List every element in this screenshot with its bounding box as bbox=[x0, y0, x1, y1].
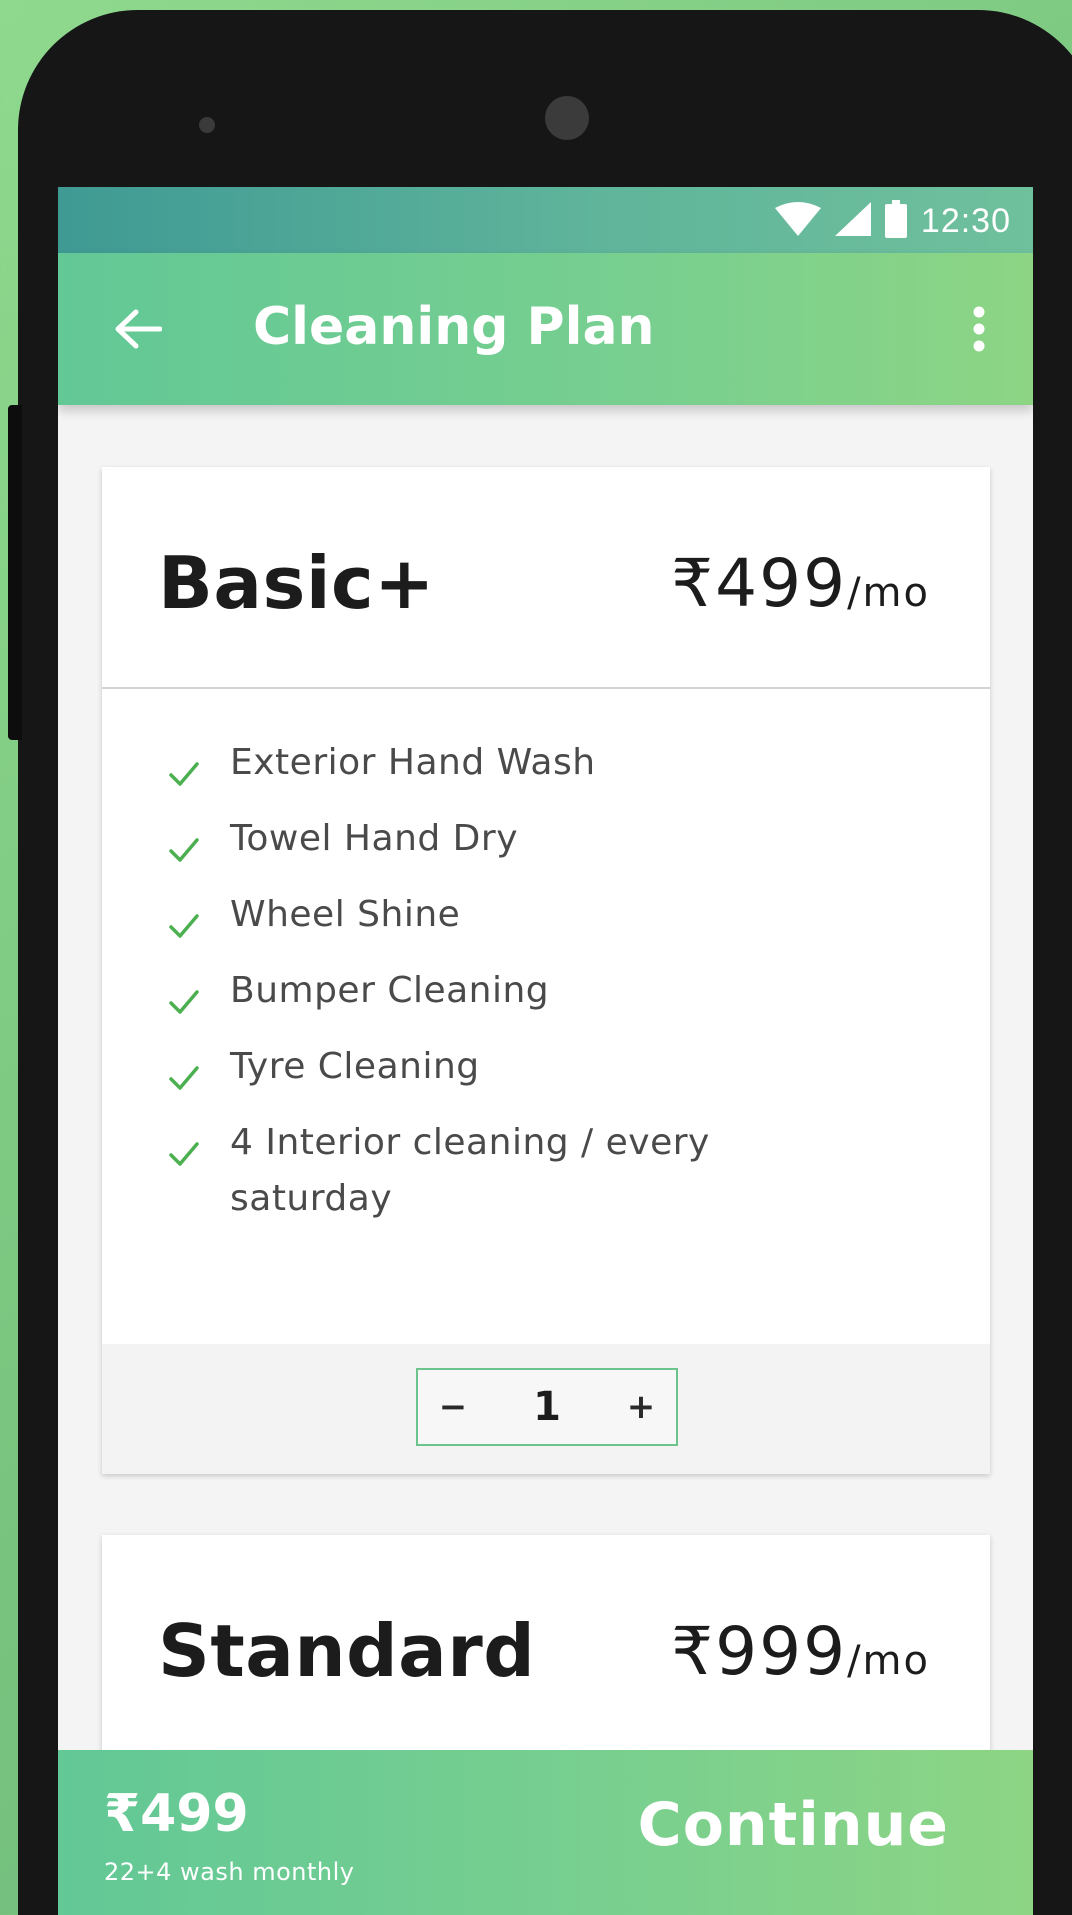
wifi-icon bbox=[774, 202, 821, 240]
app-bar: Cleaning Plan bbox=[58, 253, 1033, 405]
list-item: Towel Hand Dry bbox=[102, 811, 990, 867]
checkmark-icon bbox=[168, 977, 200, 1014]
total-subtitle: 22+4 wash monthly bbox=[104, 1858, 355, 1886]
signal-icon bbox=[834, 202, 871, 240]
arrow-left-icon bbox=[114, 308, 163, 354]
quantity-value: 1 bbox=[533, 1384, 561, 1430]
checkout-bar: ₹499 22+4 wash monthly Continue bbox=[58, 1750, 1033, 1915]
plan-price-period: /mo bbox=[847, 1638, 930, 1684]
phone-side-button bbox=[8, 405, 22, 740]
feature-label: Exterior Hand Wash bbox=[230, 742, 596, 783]
plan-price-period: /mo bbox=[847, 570, 930, 616]
checkmark-icon bbox=[168, 901, 200, 938]
checkmark-icon bbox=[168, 1129, 200, 1166]
plan-card-header: Standard ₹999/mo bbox=[102, 1535, 990, 1757]
more-vertical-icon bbox=[972, 306, 986, 356]
feature-label: 4 Interior cleaning / every saturday bbox=[230, 1122, 710, 1219]
checkmark-icon bbox=[168, 825, 200, 862]
list-item: Exterior Hand Wash bbox=[102, 735, 990, 791]
phone-speaker bbox=[199, 117, 215, 133]
continue-button[interactable]: Continue bbox=[638, 1790, 949, 1860]
plan-price-amount: ₹999 bbox=[671, 1613, 848, 1690]
plan-price: ₹999/mo bbox=[671, 1613, 930, 1690]
plan-card-basic-plus[interactable]: Basic+ ₹499/mo Exterior Hand Wash Towel … bbox=[102, 467, 990, 1474]
more-options-button[interactable] bbox=[959, 303, 999, 359]
list-item: Bumper Cleaning bbox=[102, 963, 990, 1019]
plan-card-header: Basic+ ₹499/mo bbox=[102, 467, 990, 689]
feature-list: Exterior Hand Wash Towel Hand Dry Wheel … bbox=[102, 689, 990, 1227]
plan-name: Basic+ bbox=[158, 541, 436, 625]
status-icons: 12:30 bbox=[774, 200, 1011, 242]
feature-label: Tyre Cleaning bbox=[230, 1046, 480, 1087]
increment-button[interactable]: + bbox=[606, 1370, 676, 1444]
battery-icon bbox=[884, 200, 907, 242]
list-item: 4 Interior cleaning / every saturday bbox=[102, 1115, 990, 1227]
feature-label: Towel Hand Dry bbox=[230, 818, 519, 859]
plan-price: ₹499/mo bbox=[671, 545, 930, 622]
checkmark-icon bbox=[168, 1053, 200, 1090]
plan-name: Standard bbox=[158, 1609, 536, 1693]
feature-label: Bumper Cleaning bbox=[230, 970, 550, 1011]
status-bar: 12:30 bbox=[58, 187, 1033, 253]
list-item: Wheel Shine bbox=[102, 887, 990, 943]
total-price: ₹499 bbox=[104, 1784, 249, 1844]
page-title: Cleaning Plan bbox=[253, 297, 655, 357]
checkmark-icon bbox=[168, 749, 200, 786]
decrement-button[interactable]: − bbox=[418, 1370, 488, 1444]
feature-label: Wheel Shine bbox=[230, 894, 461, 935]
back-button[interactable] bbox=[110, 303, 166, 359]
app-screen: 12:30 Cleaning Plan Basic+ ₹499/mo Exter… bbox=[58, 187, 1033, 1915]
phone-camera bbox=[545, 96, 589, 140]
list-item: Tyre Cleaning bbox=[102, 1039, 990, 1095]
status-time: 12:30 bbox=[920, 201, 1011, 240]
quantity-area: − 1 + bbox=[102, 1344, 990, 1474]
quantity-stepper[interactable]: − 1 + bbox=[416, 1368, 678, 1446]
plan-price-amount: ₹499 bbox=[671, 545, 848, 622]
